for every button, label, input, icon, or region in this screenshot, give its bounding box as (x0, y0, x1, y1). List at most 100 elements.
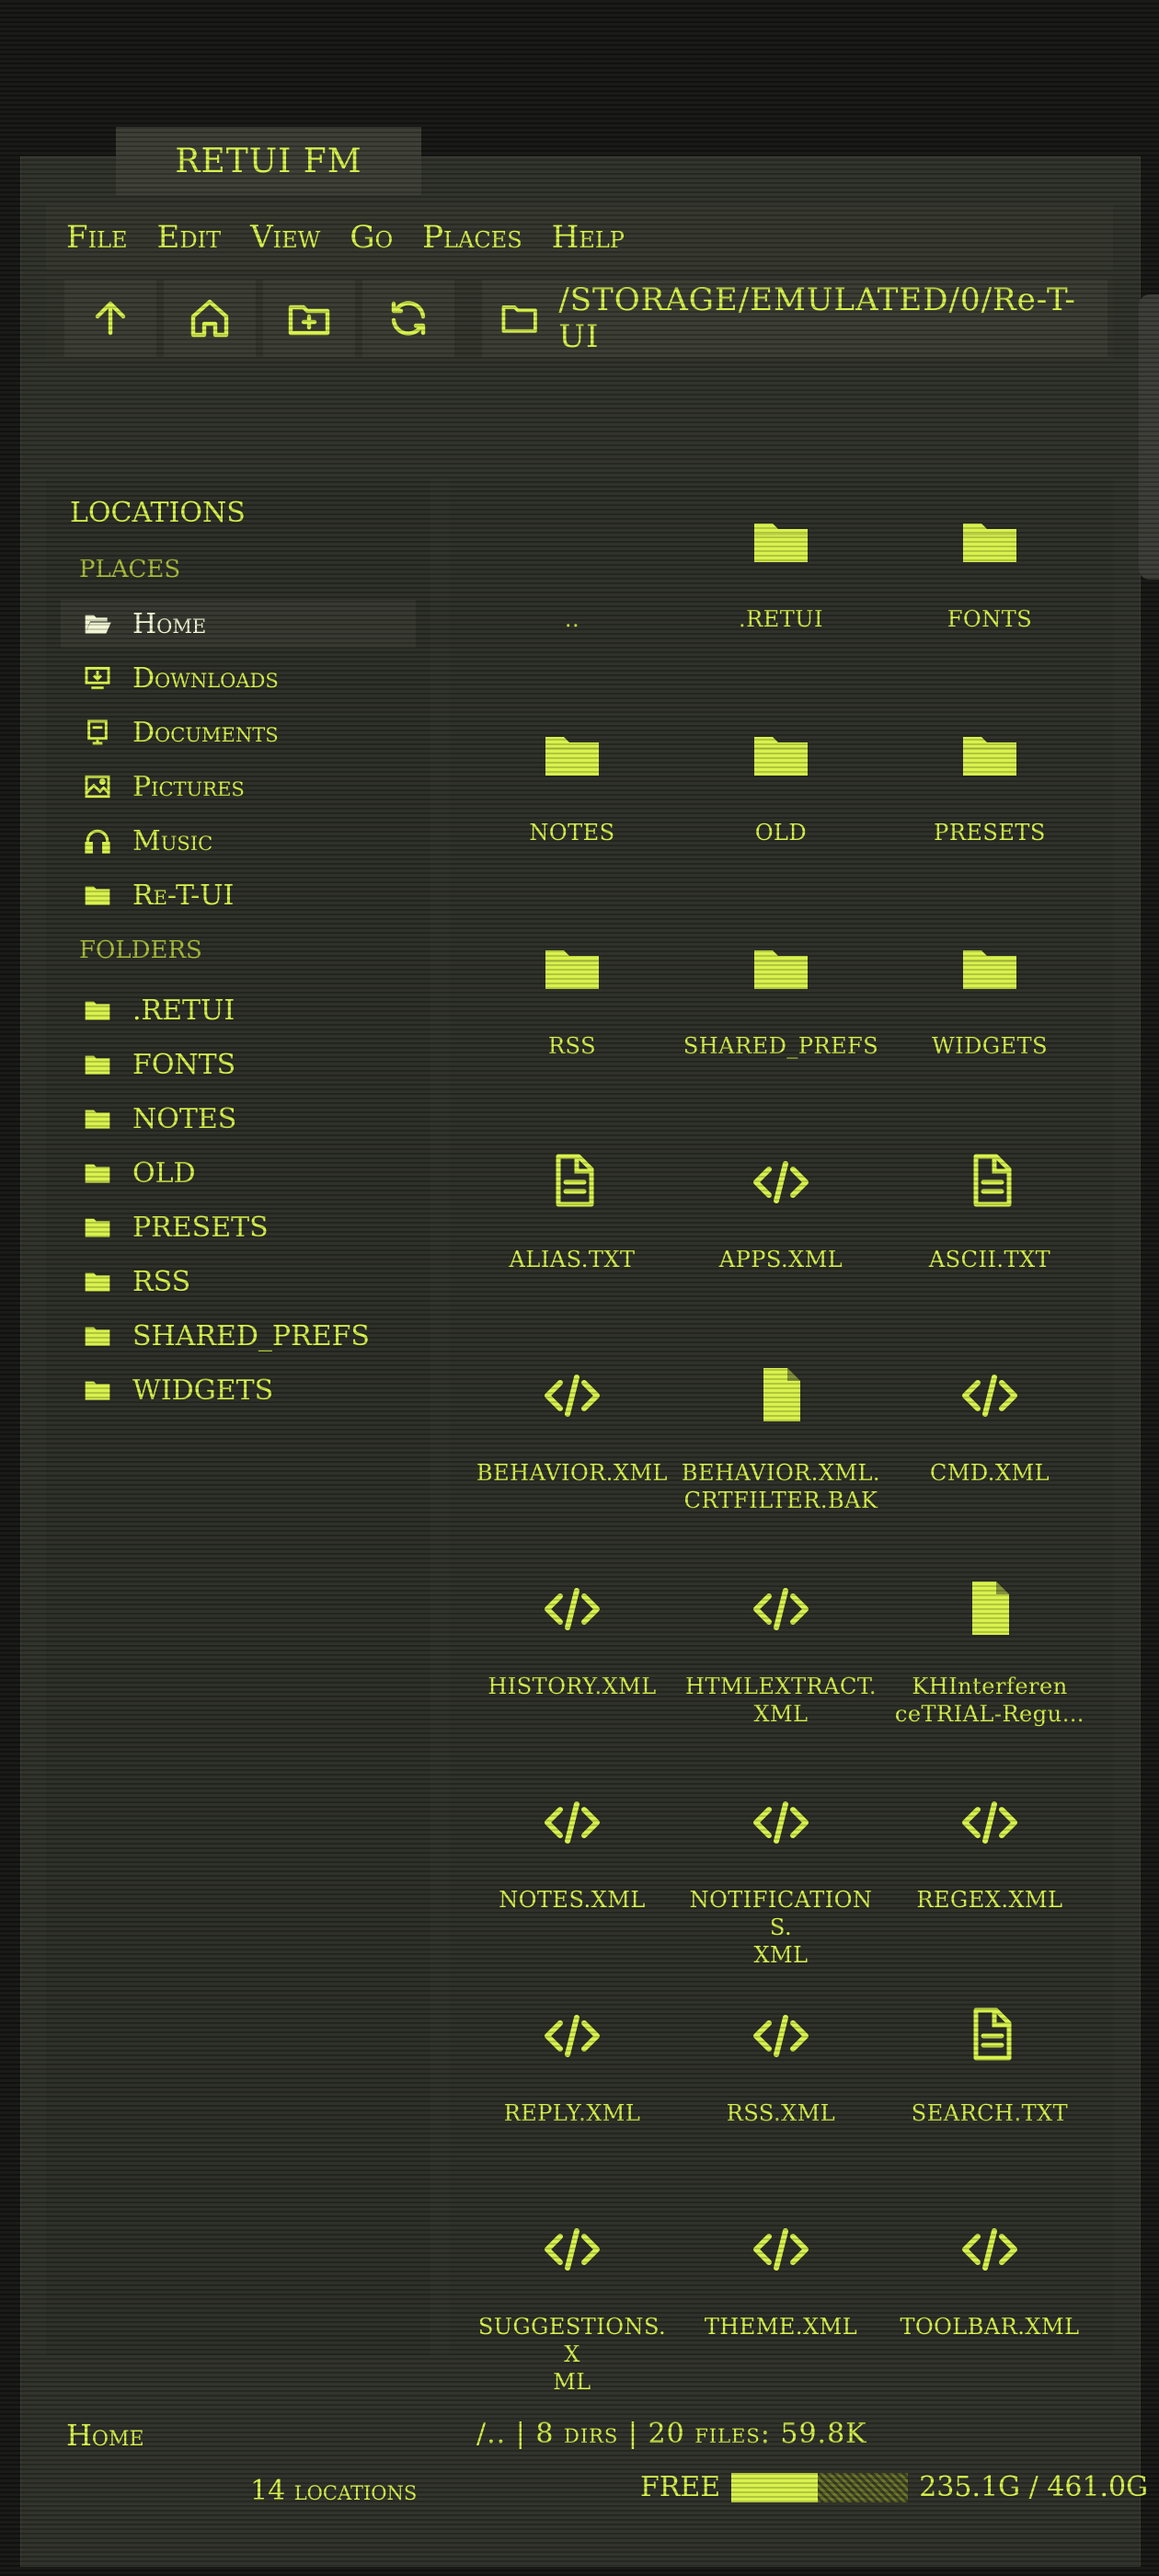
sidebar-item-label: SHARED_PREFS (132, 1319, 370, 1352)
menu-edit[interactable]: Edit (157, 219, 222, 256)
file-item[interactable]: FONTS (889, 478, 1091, 690)
sidebar-item-label: FONTS (132, 1048, 236, 1081)
file-name: THEME.XML (704, 2314, 858, 2340)
file-item[interactable]: BEHAVIOR.XML (471, 1332, 673, 1544)
code-file-icon (545, 1374, 600, 1417)
folder-icon (85, 1272, 110, 1292)
sidebar-folder-shared-prefs[interactable]: SHARED_PREFS (61, 1312, 416, 1360)
refresh-icon (391, 301, 426, 336)
sidebar-item-label: WIDGETS (132, 1374, 274, 1407)
sidebar-item-label: Re-T-UI (132, 879, 235, 912)
file-item[interactable]: WIDGETS (889, 905, 1091, 1117)
sidebar-item-music[interactable]: Music (61, 817, 416, 865)
file-item[interactable]: APPS.XML (680, 1119, 882, 1330)
disk-usage-fill (731, 2472, 819, 2502)
file-item[interactable]: CMD.XML (889, 1332, 1091, 1544)
file-item[interactable]: NOTES.XML (471, 1759, 673, 1971)
sidebar-item-re-t-ui[interactable]: Re-T-UI (61, 871, 416, 919)
file-item[interactable]: RSS (471, 905, 673, 1117)
refresh-button[interactable] (362, 280, 454, 357)
menu-help[interactable]: Help (552, 219, 625, 256)
home-button[interactable] (164, 280, 256, 357)
file-item[interactable]: PRESETS (889, 692, 1091, 903)
sidebar-folder-presets[interactable]: PRESETS (61, 1203, 416, 1251)
code-file-icon (962, 1801, 1017, 1844)
file-name: SEARCH.TXT (911, 2100, 1069, 2126)
file-item[interactable]: REPLY.XML (471, 1972, 673, 2184)
file-item[interactable]: SHARED_PREFS (680, 905, 882, 1117)
menu-places[interactable]: Places (422, 219, 522, 256)
file-item[interactable]: .. (471, 478, 673, 690)
sidebar-item-pictures[interactable]: Pictures (61, 763, 416, 811)
sidebar-item-documents[interactable]: Documents (61, 708, 416, 756)
sidebar-item-label: Downloads (132, 661, 279, 695)
file-item[interactable]: SUGGESTIONS.X ML (471, 2186, 673, 2398)
file-item[interactable]: ALIAS.TXT (471, 1119, 673, 1330)
sidebar-item-label: PRESETS (132, 1211, 269, 1244)
menu-file[interactable]: File (66, 219, 128, 256)
folder-icon (85, 1164, 110, 1183)
sidebar-item-label: .RETUI (132, 994, 235, 1027)
folder-outline-icon (501, 305, 537, 333)
sidebar: LOCATIONS PLACES Home Downloads Document… (46, 478, 430, 2355)
sidebar-folder-notes[interactable]: NOTES (61, 1095, 416, 1143)
folders-section-label: FOLDERS (79, 937, 202, 964)
code-file-icon (753, 1801, 809, 1844)
menu-go[interactable]: Go (350, 219, 393, 256)
file-name: BEHAVIOR.XML. CRTFILTER.BAK (681, 1460, 881, 1513)
folder-icon (963, 950, 1016, 989)
free-label: FREE (640, 2471, 721, 2503)
folder-icon (754, 523, 808, 562)
locations-count: 14 locations (250, 2475, 418, 2507)
file-item[interactable]: NOTES (471, 692, 673, 903)
file-name: FONTS (947, 606, 1033, 632)
file-name: REPLY.XML (503, 2100, 641, 2126)
file-item[interactable]: HTMLEXTRACT. XML (680, 1546, 882, 1757)
file-item[interactable]: BEHAVIOR.XML. CRTFILTER.BAK (680, 1332, 882, 1544)
sidebar-folder-old[interactable]: OLD (61, 1149, 416, 1197)
disk-space-text: 235.1G / 461.0G (919, 2471, 1149, 2503)
file-item[interactable]: KHInterferen ceTRIAL-Regu… (889, 1546, 1091, 1757)
folder-icon (963, 737, 1016, 776)
file-name: NOTIFICATIONS. XML (689, 1887, 873, 1968)
edge-scroll-handle[interactable] (1139, 294, 1159, 580)
file-name: NOTES.XML (499, 1887, 646, 1913)
file-name: REGEX.XML (916, 1887, 1063, 1913)
disk-usage-bar (731, 2472, 909, 2502)
file-icon (972, 1581, 1009, 1635)
sidebar-item-home[interactable]: Home (61, 600, 416, 648)
file-item[interactable]: RSS.XML (680, 1972, 882, 2184)
new-folder-button[interactable] (263, 280, 355, 357)
file-name: ALIAS.TXT (509, 1247, 636, 1272)
window-title: RETUI FM (116, 127, 421, 195)
headphones-icon (85, 829, 110, 854)
sidebar-item-downloads[interactable]: Downloads (61, 654, 416, 702)
file-name: HISTORY.XML (488, 1673, 657, 1699)
file-item[interactable]: THEME.XML (680, 2186, 882, 2398)
text-file-icon (973, 1154, 1012, 1207)
go-up-button[interactable] (64, 280, 156, 357)
menu-view[interactable]: View (250, 219, 320, 256)
file-item[interactable]: .RETUI (680, 478, 882, 690)
sidebar-folder-widgets[interactable]: WIDGETS (61, 1366, 416, 1414)
file-item[interactable]: TOOLBAR.XML (889, 2186, 1091, 2398)
file-item[interactable]: HISTORY.XML (471, 1546, 673, 1757)
folder-icon (85, 1001, 110, 1020)
sidebar-folder-rss[interactable]: RSS (61, 1258, 416, 1305)
code-file-icon (753, 2015, 809, 2057)
file-item[interactable]: OLD (680, 692, 882, 903)
file-item[interactable]: REGEX.XML (889, 1759, 1091, 1971)
file-item[interactable]: SEARCH.TXT (889, 1972, 1091, 2184)
sidebar-folder-retui[interactable]: .RETUI (61, 986, 416, 1034)
code-file-icon (753, 1588, 809, 1630)
sidebar-item-label: Home (132, 607, 207, 640)
sidebar-folder-fonts[interactable]: FONTS (61, 1041, 416, 1088)
file-item[interactable]: ASCII.TXT (889, 1119, 1091, 1330)
folder-icon (85, 1110, 110, 1129)
status-location: Home (66, 2418, 144, 2453)
file-name: RSS (547, 1033, 597, 1059)
path-bar[interactable]: /STORAGE/EMULATED/0/Re-T-UI (482, 280, 1107, 357)
code-file-icon (962, 2228, 1017, 2271)
file-item[interactable]: NOTIFICATIONS. XML (680, 1759, 882, 1971)
text-file-icon (973, 2007, 1012, 2061)
